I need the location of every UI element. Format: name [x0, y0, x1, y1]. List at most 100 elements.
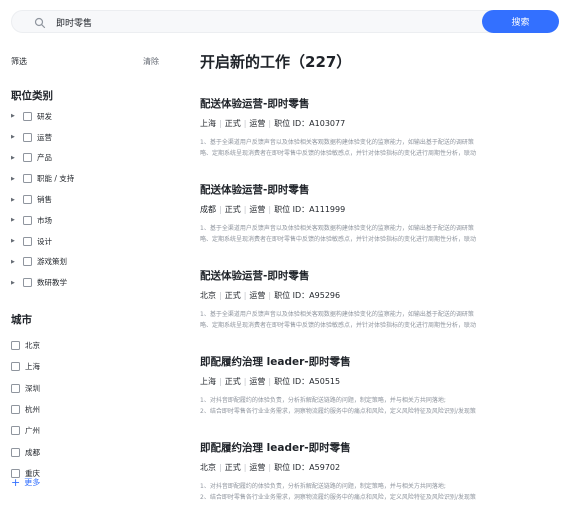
job-desc-line: 2、结合即时零售各行业业务需求，洞察物流履约服务中的痛点和风险，定义风险特征及风… [200, 494, 476, 501]
category-label: 职能 / 支持 [37, 174, 75, 184]
expand-arrow-icon[interactable]: ▶ [11, 176, 23, 182]
expand-arrow-icon[interactable]: ▶ [11, 134, 23, 140]
category-label: 数研教学 [37, 278, 67, 288]
checkbox[interactable] [11, 383, 20, 393]
checkbox[interactable] [11, 405, 20, 415]
job-title[interactable]: 配送体验运营-即时零售 [200, 96, 560, 111]
checkbox[interactable] [11, 426, 20, 436]
job-category: 运营 [249, 291, 266, 300]
job-card[interactable]: 配送体验运营-即时零售 北京 | 正式 | 运营 | 职位 ID：A95296 1、基于全渠… [200, 268, 560, 331]
checkbox[interactable] [23, 153, 32, 163]
plus-icon: + [11, 476, 21, 489]
checkbox[interactable] [23, 278, 32, 288]
job-type: 正式 [224, 463, 241, 472]
job-title[interactable]: 配送体验运营-即时零售 [200, 268, 560, 283]
city-item[interactable]: 成都 [11, 441, 161, 462]
job-id: 职位 ID：A50515 [274, 377, 341, 386]
job-description: 1、对抖音即配履约的体验负责，分析拆解配送链路的问题，制定策略，并与相关方共同落… [200, 395, 556, 417]
category-item[interactable]: ▶ 数研教学 [11, 272, 161, 293]
job-title[interactable]: 即配履约治理 leader-即时零售 [200, 354, 560, 369]
job-card[interactable]: 配送体验运营-即时零售 成都 | 正式 | 运营 | 职位 ID：A111999 1、基于全… [200, 182, 560, 245]
expand-arrow-icon[interactable]: ▶ [11, 280, 23, 286]
category-item[interactable]: ▶ 销售 [11, 189, 161, 210]
checkbox[interactable] [11, 362, 20, 372]
checkbox[interactable] [23, 257, 32, 267]
job-city: 北京 [200, 463, 216, 472]
checkbox[interactable] [23, 111, 32, 121]
checkbox[interactable] [23, 174, 32, 184]
city-list: 北京 上海 深圳 杭州 广州 成都 重庆 [11, 335, 161, 484]
job-city: 成都 [200, 205, 216, 214]
checkbox[interactable] [23, 195, 32, 205]
job-city: 上海 [200, 119, 216, 128]
category-label: 研发 [37, 111, 52, 121]
job-type: 正式 [224, 377, 241, 386]
more-label: 更多 [24, 478, 41, 487]
checkbox[interactable] [11, 341, 20, 351]
category-list: ▶ 研发 ▶ 运营 ▶ 产品 ▶ 职能 / 支持 ▶ 销售 ▶ 市场 ▶ 设计 ▶ 游戏策划 ▶… [11, 106, 161, 293]
job-type: 正式 [224, 291, 241, 300]
category-item[interactable]: ▶ 运营 [11, 127, 161, 148]
filter-header: 筛选 清除 [11, 56, 159, 67]
job-desc-line: 略、定期系统呈现消费者在即时零售中反馈的体验敏感点，并针对体验指标的变化进行周期… [200, 322, 477, 329]
city-item[interactable]: 上海 [11, 356, 161, 377]
checkbox[interactable] [23, 215, 32, 225]
job-card[interactable]: 配送体验运营-即时零售 上海 | 正式 | 运营 | 职位 ID：A103077 1、基于全… [200, 96, 560, 159]
job-desc-line: 1、对抖音即配履约的体验负责，分析拆解配送链路的问题，制定策略，并与相关方共同落… [200, 483, 446, 490]
category-label: 销售 [37, 195, 52, 205]
job-description: 1、对抖音即配履约的体验负责，分析拆解配送链路的问题，制定策略，并与相关方共同落… [200, 481, 556, 503]
search-input[interactable] [56, 14, 476, 30]
category-item[interactable]: ▶ 职能 / 支持 [11, 168, 161, 189]
job-id: 职位 ID：A59702 [274, 463, 341, 472]
city-item[interactable]: 北京 [11, 335, 161, 356]
category-item[interactable]: ▶ 游戏策划 [11, 252, 161, 273]
job-meta: 上海 | 正式 | 运营 | 职位 ID：A103077 [200, 119, 346, 128]
city-item[interactable]: 广州 [11, 420, 161, 441]
job-meta: 上海 | 正式 | 运营 | 职位 ID：A50515 [200, 377, 341, 386]
category-label: 产品 [37, 153, 52, 163]
city-item[interactable]: 深圳 [11, 378, 161, 399]
job-category: 运营 [249, 119, 266, 128]
category-item[interactable]: ▶ 市场 [11, 210, 161, 231]
category-label: 设计 [37, 236, 52, 246]
expand-arrow-icon[interactable]: ▶ [11, 217, 23, 223]
expand-arrow-icon[interactable]: ▶ [11, 259, 23, 265]
job-meta: 北京 | 正式 | 运营 | 职位 ID：A95296 [200, 291, 341, 300]
search-button[interactable]: 搜索 [482, 10, 559, 33]
more-cities-button[interactable]: + 更多 [11, 477, 40, 488]
filter-sidebar: 筛选 清除 职位类别 ▶ 研发 ▶ 运营 ▶ 产品 ▶ 职能 / 支持 ▶ 销售 ▶ 市场 … [0, 46, 170, 511]
job-type: 正式 [224, 205, 241, 214]
category-item[interactable]: ▶ 产品 [11, 148, 161, 169]
expand-arrow-icon[interactable]: ▶ [11, 155, 23, 161]
job-desc-line: 1、对抖音即配履约的体验负责，分析拆解配送链路的问题，制定策略，并与相关方共同落… [200, 397, 446, 404]
clear-button[interactable]: 清除 [143, 56, 159, 67]
job-meta: 北京 | 正式 | 运营 | 职位 ID：A59702 [200, 463, 341, 472]
category-label: 游戏策划 [37, 257, 67, 267]
checkbox[interactable] [11, 447, 20, 457]
expand-arrow-icon[interactable]: ▶ [11, 113, 23, 119]
checkbox[interactable] [23, 236, 32, 246]
city-label: 杭州 [25, 405, 40, 415]
job-card[interactable]: 即配履约治理 leader-即时零售 北京 | 正式 | 运营 | 职位 ID：A59702… [200, 440, 560, 503]
job-title[interactable]: 配送体验运营-即时零售 [200, 182, 560, 197]
city-label: 深圳 [25, 383, 40, 393]
job-id: 职位 ID：A95296 [274, 291, 341, 300]
job-category: 运营 [249, 463, 266, 472]
job-card[interactable]: 即配履约治理 leader-即时零售 上海 | 正式 | 运营 | 职位 ID：A50515… [200, 354, 560, 417]
search-icon [34, 17, 46, 29]
filter-label: 筛选 [11, 57, 27, 66]
city-item[interactable]: 杭州 [11, 399, 161, 420]
checkbox[interactable] [23, 132, 32, 142]
job-desc-line: 略、定期系统呈现消费者在即时零售中反馈的体验敏感点，并针对体验指标的变化进行周期… [200, 236, 477, 243]
job-category: 运营 [249, 205, 266, 214]
city-section-title: 城市 [11, 314, 32, 326]
job-title[interactable]: 即配履约治理 leader-即时零售 [200, 440, 560, 455]
expand-arrow-icon[interactable]: ▶ [11, 238, 23, 244]
job-type: 正式 [224, 119, 241, 128]
job-description: 1、基于全渠道用户反馈声音以及体验相关客观数据构建体验变化的监察能力，如输出基于… [200, 309, 556, 331]
job-id: 职位 ID：A111999 [274, 205, 346, 214]
expand-arrow-icon[interactable]: ▶ [11, 197, 23, 203]
category-item[interactable]: ▶ 设计 [11, 231, 161, 252]
category-section-title: 职位类别 [11, 90, 53, 102]
category-item[interactable]: ▶ 研发 [11, 106, 161, 127]
